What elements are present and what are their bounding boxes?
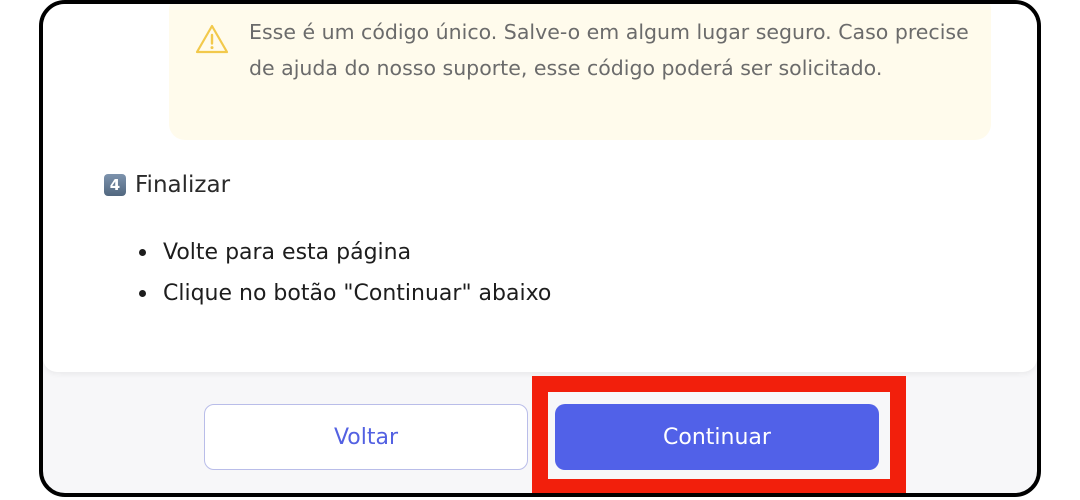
list-item: Volte para esta página [139, 232, 551, 273]
bullet-icon [139, 249, 146, 256]
back-button[interactable]: Voltar [204, 404, 528, 470]
list-item-label: Volte para esta página [163, 240, 412, 265]
warning-text: Esse é um código único. Salve-o em algum… [249, 20, 969, 80]
step-instructions-list: Volte para esta página Clique no botão "… [139, 232, 551, 314]
content-card: Esse é um código único. Salve-o em algum… [43, 4, 1037, 372]
step-title: 4 Finalizar [104, 172, 230, 198]
device-frame: Esse é um código único. Salve-o em algum… [39, 0, 1041, 497]
warning-box: Esse é um código único. Salve-o em algum… [169, 4, 991, 140]
list-item: Clique no botão "Continuar" abaixo [139, 273, 551, 314]
keycap-number-icon: 4 [104, 174, 126, 196]
warning-triangle-icon [195, 24, 229, 54]
bullet-icon [139, 290, 146, 297]
continue-button[interactable]: Continuar [555, 404, 879, 470]
list-item-label: Clique no botão "Continuar" abaixo [163, 281, 552, 306]
step-title-label: Finalizar [135, 172, 231, 198]
